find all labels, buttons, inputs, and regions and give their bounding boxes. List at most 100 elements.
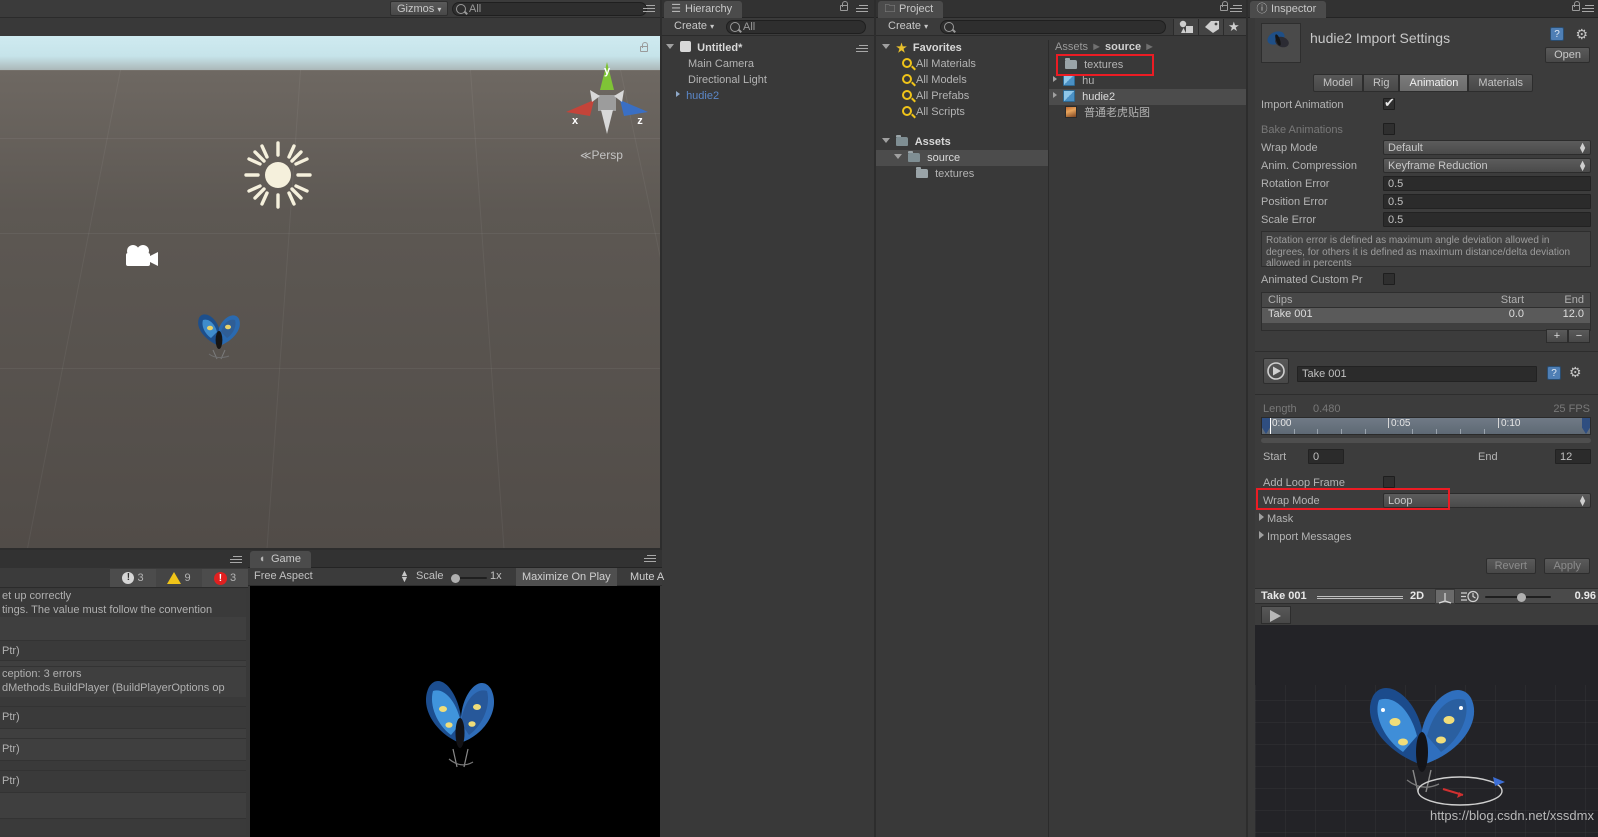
preview-play-button[interactable] bbox=[1261, 606, 1291, 624]
project-options-icon[interactable] bbox=[1230, 3, 1244, 14]
hierarchy-options-icon[interactable] bbox=[856, 3, 870, 14]
rotation-error-input[interactable]: 0.5 bbox=[1383, 176, 1591, 191]
clip-start-input[interactable]: 0 bbox=[1308, 449, 1344, 464]
open-button[interactable]: Open bbox=[1545, 47, 1590, 63]
timeline-playhead[interactable] bbox=[1270, 418, 1271, 434]
scene-options-icon[interactable] bbox=[643, 3, 657, 14]
favorites-star-icon[interactable]: ★ bbox=[1223, 19, 1246, 35]
filter-by-type-icon[interactable] bbox=[1173, 19, 1198, 35]
list-item[interactable]: Ptr) bbox=[0, 641, 246, 661]
tab-project[interactable]: 🗀 Project bbox=[878, 1, 944, 18]
game-scale-slider[interactable] bbox=[451, 573, 487, 583]
game-view-render[interactable] bbox=[250, 586, 660, 837]
hierarchy-lock-icon[interactable] bbox=[840, 1, 848, 11]
project-search-input[interactable] bbox=[940, 20, 1166, 34]
tab-hierarchy[interactable]: ☰ Hierarchy bbox=[664, 1, 743, 18]
anim-compression-dropdown[interactable]: Keyframe Reduction ▲ ▼ bbox=[1383, 158, 1591, 173]
scene-search-input[interactable]: All bbox=[452, 2, 647, 16]
scene-row-options-icon[interactable] bbox=[856, 43, 870, 54]
clip-timeline-ruler[interactable]: 0:00 0:05 0:10 bbox=[1261, 417, 1591, 435]
scene-lock-icon[interactable] bbox=[640, 42, 648, 52]
table-row[interactable]: Take 001 0.0 12.0 bbox=[1261, 308, 1591, 323]
project-lock-icon[interactable] bbox=[1220, 1, 1228, 11]
project-tree-item-textures[interactable]: textures bbox=[876, 166, 1048, 182]
tab-model[interactable]: Model bbox=[1313, 74, 1363, 92]
hierarchy-create-button[interactable]: Create ▾ bbox=[668, 19, 720, 34]
import-animation-checkbox[interactable] bbox=[1383, 96, 1395, 110]
timeline-end-handle[interactable] bbox=[1582, 418, 1590, 434]
project-item-textures[interactable]: textures bbox=[1049, 57, 1246, 73]
clip-gear-icon[interactable]: ⚙ bbox=[1569, 364, 1582, 381]
hierarchy-scene-root[interactable]: Untitled* bbox=[662, 40, 874, 56]
scene-view[interactable]: y x z ≪Persp bbox=[0, 18, 660, 548]
maximize-on-play-toggle[interactable]: Maximize On Play bbox=[516, 568, 617, 586]
list-item[interactable]: Ptr) bbox=[0, 707, 246, 729]
clip-end-input[interactable]: 12 bbox=[1555, 449, 1591, 464]
clip-name-input[interactable]: Take 001 bbox=[1297, 366, 1537, 382]
list-item[interactable] bbox=[0, 697, 246, 707]
hierarchy-search-input[interactable]: All bbox=[726, 20, 866, 34]
timeline-zoom-scrollbar[interactable] bbox=[1261, 438, 1591, 443]
preview-speed-icon[interactable] bbox=[1461, 590, 1479, 606]
tab-inspector[interactable]: ⓘ Inspector bbox=[1250, 1, 1327, 18]
console-error-count[interactable]: ! 3 bbox=[202, 569, 248, 587]
list-item[interactable]: Ptr) bbox=[0, 739, 246, 761]
project-tree-item-source[interactable]: source bbox=[876, 150, 1048, 166]
mask-foldout[interactable]: Mask bbox=[1259, 513, 1293, 525]
chevron-right-icon[interactable] bbox=[1053, 76, 1057, 82]
hierarchy-item-main-camera[interactable]: Main Camera bbox=[662, 56, 874, 72]
remove-clip-button[interactable]: − bbox=[1568, 329, 1590, 343]
project-item-tiger-texture[interactable]: 普通老虎贴图 bbox=[1049, 105, 1246, 121]
butterfly-model[interactable] bbox=[183, 298, 255, 368]
console-options-icon[interactable] bbox=[230, 554, 244, 565]
project-favorite-all-prefabs[interactable]: All Prefabs bbox=[876, 88, 1048, 104]
project-assets-root[interactable]: Assets bbox=[876, 134, 1048, 150]
tab-rig[interactable]: Rig bbox=[1362, 74, 1400, 92]
preview-speed-slider[interactable] bbox=[1485, 592, 1551, 602]
game-scale-knob[interactable] bbox=[451, 573, 460, 583]
gear-icon[interactable]: ⚙ bbox=[1575, 26, 1588, 43]
preview-speed-knob[interactable] bbox=[1517, 592, 1526, 602]
inspector-lock-icon[interactable] bbox=[1572, 1, 1580, 11]
list-item[interactable]: et up correctly bbox=[0, 589, 246, 603]
hierarchy-item-hudie2[interactable]: hudie2 bbox=[662, 88, 874, 104]
directional-light-gizmo[interactable] bbox=[243, 140, 313, 210]
console-info-count[interactable]: ! 3 bbox=[110, 569, 156, 587]
chevron-down-icon[interactable] bbox=[666, 44, 674, 49]
preview-2d-toggle[interactable]: 2D bbox=[1410, 590, 1424, 602]
apply-button[interactable]: Apply bbox=[1544, 558, 1590, 574]
wrap-mode-clip-dropdown[interactable]: Loop ▲ ▼ bbox=[1383, 493, 1591, 508]
timeline-start-handle[interactable] bbox=[1262, 418, 1270, 434]
wrap-mode-top-dropdown[interactable]: Default ▲ ▼ bbox=[1383, 140, 1591, 155]
breadcrumb-source[interactable]: source bbox=[1105, 41, 1141, 53]
project-favorite-all-materials[interactable]: All Materials bbox=[876, 56, 1048, 72]
chevron-right-icon[interactable] bbox=[1259, 513, 1264, 521]
filter-by-label-icon[interactable] bbox=[1198, 19, 1223, 35]
console-log-list[interactable]: et up correctly tings. The value must fo… bbox=[0, 589, 246, 835]
game-options-icon[interactable] bbox=[644, 553, 658, 564]
tab-game[interactable]: ◖ Game bbox=[250, 551, 311, 568]
tab-materials[interactable]: Materials bbox=[1468, 74, 1534, 92]
gizmos-dropdown[interactable]: Gizmos ▾ bbox=[390, 1, 449, 16]
chevron-down-icon[interactable] bbox=[894, 154, 902, 159]
list-item[interactable] bbox=[0, 729, 246, 739]
scene-view-axis-gizmo[interactable]: y x z bbox=[560, 60, 655, 140]
revert-button[interactable]: Revert bbox=[1485, 558, 1536, 574]
preview-axis-icon[interactable] bbox=[1435, 589, 1455, 604]
list-item[interactable]: Ptr) bbox=[0, 771, 246, 793]
list-item[interactable] bbox=[0, 761, 246, 771]
breadcrumb[interactable]: Assets ► source ► bbox=[1049, 40, 1246, 54]
import-messages-foldout[interactable]: Import Messages bbox=[1259, 531, 1351, 543]
list-item[interactable]: ception: 3 errors bbox=[0, 667, 246, 681]
project-item-hudie2[interactable]: hudie2 bbox=[1049, 89, 1246, 105]
list-item[interactable]: tings. The value must follow the convent… bbox=[0, 603, 246, 617]
list-item[interactable] bbox=[0, 617, 246, 641]
project-favorite-all-scripts[interactable]: All Scripts bbox=[876, 104, 1048, 120]
position-error-input[interactable]: 0.5 bbox=[1383, 194, 1591, 209]
list-item[interactable] bbox=[0, 793, 246, 819]
list-item[interactable]: dMethods.BuildPlayer (BuildPlayerOptions… bbox=[0, 681, 246, 697]
clip-help-icon[interactable]: ? bbox=[1547, 366, 1561, 380]
animated-custom-properties-checkbox[interactable] bbox=[1383, 273, 1395, 285]
mute-audio-toggle[interactable]: Mute A bbox=[626, 568, 668, 586]
list-item[interactable] bbox=[0, 819, 246, 835]
